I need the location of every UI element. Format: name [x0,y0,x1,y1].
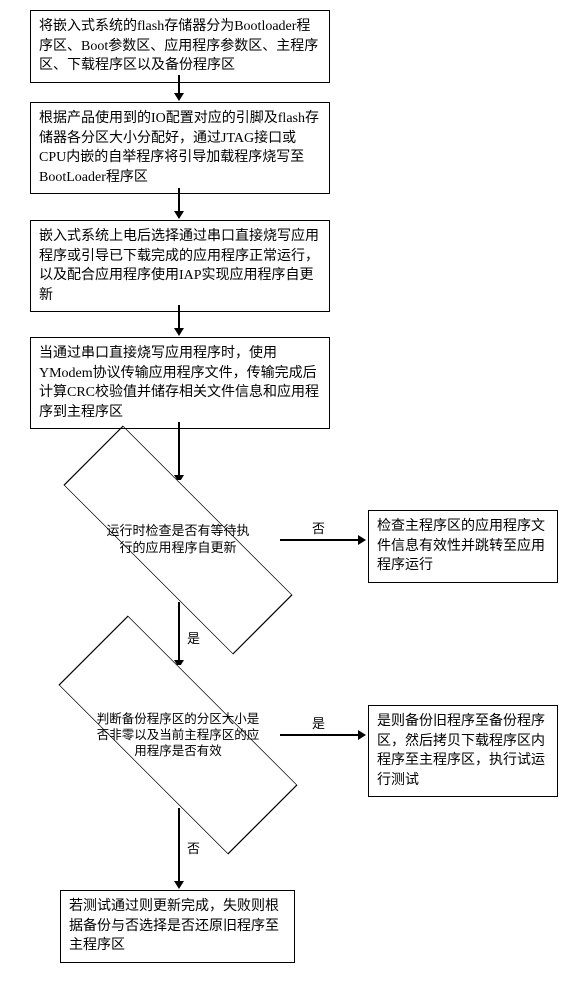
arrow-d2-yes [280,734,360,736]
arrow-head-d2-no [174,881,184,889]
label-no-1: 否 [310,520,327,538]
arrow-4 [178,422,180,477]
process-box-2: 根据产品使用到的IO配置对应的引脚及flash存储器各分区大小分配好，通过JTA… [30,102,330,194]
process-box-4: 当通过串口直接烧写应用程序时，使用YModem协议传输应用程序文件，传输完成后计… [30,337,330,429]
label-no-2: 否 [185,840,202,858]
process-box-1: 将嵌入式系统的flash存储器分为Bootloader程序区、Boot参数区、应… [30,10,330,83]
label-yes-1: 是 [185,630,202,648]
arrow-3 [178,305,180,330]
process-box-7: 若测试通过则更新完成，失败则根据备份与否选择是否还原旧程序至主程序区 [60,890,295,963]
process-text: 将嵌入式系统的flash存储器分为Bootloader程序区、Boot参数区、应… [39,19,318,73]
process-text: 检查主程序区的应用程序文件信息有效性并跳转至应用程序运行 [377,519,545,573]
process-box-3: 嵌入式系统上电后选择通过串口直接烧写应用程序或引导已下载完成的应用程序正常运行，… [30,220,330,312]
arrow-head-d1-no [358,535,366,545]
process-text: 根据产品使用到的IO配置对应的引脚及flash存储器各分区大小分配好，通过JTA… [39,111,319,185]
arrow-d2-no [178,808,180,883]
flowchart-container: 将嵌入式系统的flash存储器分为Bootloader程序区、Boot参数区、应… [0,0,571,1000]
arrow-head-3 [174,328,184,336]
decision-2: 判断备份程序区的分区大小是否非零以及当前主程序区的应用程序是否有效 [78,665,278,805]
arrow-1 [178,75,180,95]
arrow-head-2 [174,211,184,219]
process-box-5: 检查主程序区的应用程序文件信息有效性并跳转至应用程序运行 [368,510,558,583]
arrow-d1-no [280,539,360,541]
arrow-d1-yes [178,602,180,662]
arrow-head-1 [174,93,184,101]
process-box-6: 是则备份旧程序至备份程序区，然后拷贝下载程序区内程序至主程序区，执行试运行测试 [368,705,558,797]
decision-text: 判断备份程序区的分区大小是否非零以及当前主程序区的应用程序是否有效 [78,665,278,805]
arrow-2 [178,188,180,213]
process-text: 当通过串口直接烧写应用程序时，使用YModem协议传输应用程序文件，传输完成后计… [39,346,319,420]
decision-1: 运行时检查是否有等待执行的应用程序自更新 [78,480,278,600]
process-text: 嵌入式系统上电后选择通过串口直接烧写应用程序或引导已下载完成的应用程序正常运行，… [39,229,319,303]
process-text: 是则备份旧程序至备份程序区，然后拷贝下载程序区内程序至主程序区，执行试运行测试 [377,714,545,788]
label-yes-2: 是 [310,715,327,733]
decision-text: 运行时检查是否有等待执行的应用程序自更新 [78,480,278,600]
process-text: 若测试通过则更新完成，失败则根据备份与否选择是否还原旧程序至主程序区 [69,899,279,953]
arrow-head-d2-yes [358,730,366,740]
